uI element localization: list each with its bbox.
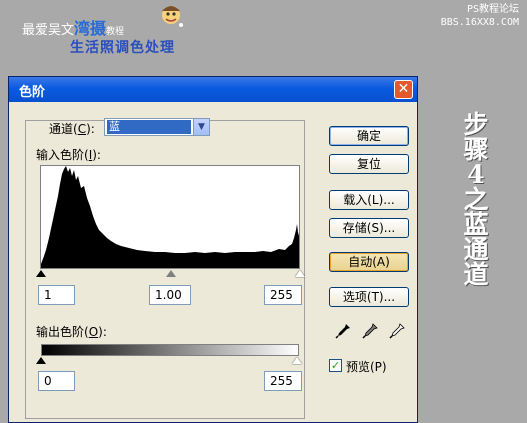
options-button[interactable]: 选项(T)... [329,287,409,307]
gray-eyedropper-icon[interactable] [362,323,378,339]
input-gamma-field[interactable]: 1.00 [149,285,191,305]
chevron-down-icon[interactable]: ▼ [193,119,209,135]
side-char: 之 [463,185,489,214]
mascot-icon [162,6,183,27]
save-button[interactable]: 存储(S)... [329,218,409,238]
white-eyedropper-icon[interactable] [389,323,405,339]
side-char: 步 [463,110,489,139]
input-levels-label: 输入色阶(I): [36,148,101,162]
input-white-field[interactable]: 255 [264,285,302,305]
input-white-point-handle[interactable] [295,270,305,277]
output-white-field[interactable]: 255 [264,371,302,391]
input-black-field[interactable]: 1 [38,285,75,305]
side-char: 道 [463,260,489,289]
output-levels-label: 输出色阶(O): [36,325,107,339]
histogram-graph [41,166,299,268]
dialog-title: 色阶 [19,85,46,100]
channel-select[interactable]: 蓝 ▼ [104,118,210,136]
levels-dialog: 色阶 ✕ 通道(C): 蓝 ▼ 输入色阶(I): 1 1.00 255 输出色阶… [8,76,418,423]
output-white-handle[interactable] [292,357,302,364]
banner-title: 最爱吴文湾摄教程 [22,19,125,38]
preview-label[interactable]: 预览(P) [346,358,387,375]
banner-subtitle: 生活照调色处理 [70,40,175,56]
output-black-handle[interactable] [36,357,46,364]
side-char: 通 [463,235,489,264]
load-button[interactable]: 载入(L)... [329,190,409,210]
channel-selected-value: 蓝 [107,120,191,134]
dialog-titlebar[interactable]: 色阶 ✕ [9,77,417,102]
close-button[interactable]: ✕ [394,80,413,99]
output-gradient-bar [41,344,299,356]
side-char: 4 [467,160,485,189]
black-eyedropper-icon[interactable] [335,323,351,339]
site-watermark: PS教程论坛 BBS.16XX8.COM [440,4,519,28]
input-gamma-handle[interactable] [166,270,176,277]
check-icon: ✓ [330,359,341,372]
ok-button[interactable]: 确定 [329,126,409,146]
channel-label: 通道(C): [49,122,95,136]
banner-highlight: 湾摄 [74,19,107,38]
side-char: 骤 [463,135,489,164]
side-char: 蓝 [463,210,489,239]
output-black-field[interactable]: 0 [38,371,75,391]
histogram [40,165,300,269]
auto-button[interactable]: 自动(A) [329,252,409,272]
close-icon: ✕ [397,81,410,97]
reset-button[interactable]: 复位 [329,154,409,174]
side-caption: 步 骤 4 之 蓝 通 道 [458,112,494,287]
input-black-point-handle[interactable] [36,270,46,277]
input-slider-track[interactable] [36,269,305,279]
output-slider-track[interactable] [36,356,302,366]
preview-checkbox[interactable]: ✓ [329,359,342,372]
